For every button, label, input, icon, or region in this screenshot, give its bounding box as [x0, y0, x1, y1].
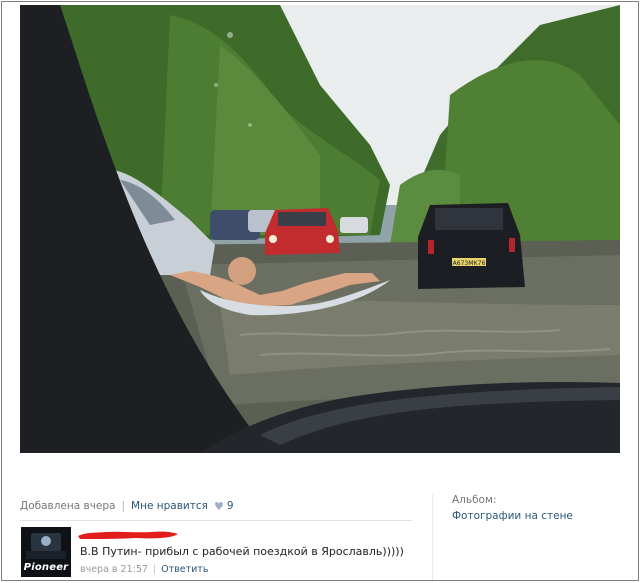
reply-button[interactable]: Ответить: [161, 564, 208, 575]
comment-meta: вчера в 21:57 | Ответить: [80, 564, 208, 575]
comment-text: В.В Путин- прибыл с рабочей поездкой в Я…: [80, 545, 404, 558]
separator: |: [152, 564, 157, 575]
post-added-label: Добавлена вчера: [20, 500, 116, 512]
divider: [432, 494, 433, 580]
license-plate: А673МК76: [453, 260, 486, 267]
post-meta: Добавлена вчера | Мне нравится ♥ 9: [20, 498, 234, 514]
post-photo[interactable]: А673МК76: [20, 5, 620, 453]
divider: [20, 520, 412, 521]
album-label: Альбом:: [452, 494, 497, 506]
album-link[interactable]: Фотографии на стене: [452, 510, 573, 522]
avatar[interactable]: Pioneer: [21, 527, 71, 577]
like-button[interactable]: Мне нравится: [131, 500, 208, 512]
separator: |: [121, 500, 126, 512]
like-count[interactable]: 9: [227, 500, 234, 512]
pioneer-logo: Pioneer: [23, 562, 69, 573]
comment-time[interactable]: вчера в 21:57: [80, 564, 148, 575]
heart-icon[interactable]: ♥: [214, 500, 224, 513]
redacted-name: [78, 531, 178, 539]
